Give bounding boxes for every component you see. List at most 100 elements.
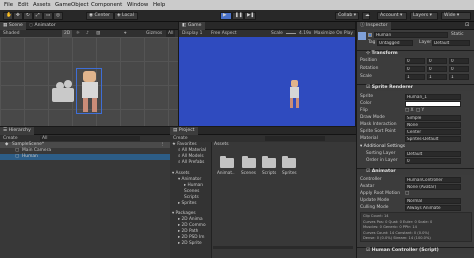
cloud-icon[interactable]: ☁ — [362, 12, 370, 20]
scale-x-field[interactable]: 1 — [405, 74, 425, 80]
tree-sprites[interactable]: ▸ Sprites — [178, 201, 197, 206]
script-header[interactable]: ☑ Human Controller (Script) — [357, 247, 474, 254]
tab-scene[interactable]: ▦ Scene — [0, 22, 26, 30]
maximize-on-play-toggle[interactable]: Maximize On Play — [314, 30, 353, 37]
object-name-input[interactable]: Human — [374, 32, 448, 38]
gizmos-dropdown[interactable]: Gizmos — [146, 30, 162, 37]
menu-window[interactable]: Window — [127, 2, 148, 8]
update-mode-dropdown[interactable]: Normal — [405, 198, 461, 204]
scene-camera-icon[interactable]: ⌖ — [124, 30, 126, 37]
material-field[interactable]: Sprites-Default — [405, 136, 461, 142]
rect-tool-button[interactable]: ▭ — [43, 12, 53, 20]
sprite-renderer-header[interactable]: ☑ Sprite Renderer — [357, 84, 474, 91]
pivot-local-button[interactable]: ◈ Local — [114, 12, 138, 20]
shading-mode-dropdown[interactable]: Shaded — [3, 30, 20, 37]
collab-button[interactable]: Collab ▾ — [335, 12, 359, 20]
scene-human-sprite[interactable] — [76, 68, 102, 114]
pivot-center-button[interactable]: ◉ Center — [86, 12, 114, 20]
tree-package-2d-psd[interactable]: ▸ 2D PSD Im — [178, 235, 204, 240]
tab-game[interactable]: ◧ Game — [179, 22, 205, 30]
avatar-field[interactable]: None (Avatar) — [405, 184, 461, 190]
tree-all-materials[interactable]: ⌕ All Material — [178, 148, 206, 153]
scale-tool-button[interactable]: ⤢ — [33, 12, 43, 20]
transform-tool-button[interactable]: ◎ — [53, 12, 63, 20]
tab-hierarchy[interactable]: ☰ Hierarchy — [0, 127, 34, 135]
folder-icon-scripts[interactable] — [262, 156, 276, 168]
active-checkbox[interactable] — [368, 33, 372, 37]
scene-search-input[interactable]: All — [166, 30, 176, 37]
layer-dropdown[interactable]: Default — [432, 40, 470, 46]
tree-all-prefabs[interactable]: ⌕ All Prefabs — [178, 160, 204, 165]
hand-tool-button[interactable]: ✋ — [3, 12, 13, 20]
lighting-icon[interactable]: ☼ — [76, 30, 80, 37]
tab-project[interactable]: ▤ Project — [170, 127, 198, 135]
rotation-y-field[interactable]: 0 — [427, 66, 447, 72]
sorting-layer-dropdown[interactable]: Default — [405, 151, 461, 157]
pause-button[interactable]: ❚❚ — [232, 12, 244, 20]
sort-point-dropdown[interactable]: Center — [405, 129, 461, 135]
tree-favorites[interactable]: ★ Favorites — [172, 142, 197, 147]
tree-scenes[interactable]: Scenes — [184, 189, 199, 194]
tree-all-models[interactable]: ⌕ All Models — [178, 154, 204, 159]
hierarchy-search-input[interactable]: All — [40, 136, 140, 141]
tree-package-2d-path[interactable]: ▸ 2D Path — [178, 229, 198, 234]
step-button[interactable]: ▶❚ — [244, 12, 256, 20]
tree-packages[interactable]: ▾ Packages — [172, 211, 196, 216]
tree-assets[interactable]: ▾ Assets — [172, 171, 190, 176]
flip-y-toggle[interactable]: □ Y — [416, 108, 424, 114]
project-create-dropdown[interactable]: Create — [173, 135, 188, 142]
play-button[interactable]: ▶ — [220, 12, 232, 20]
root-motion-checkbox[interactable]: □ — [405, 191, 409, 197]
hierarchy-create-dropdown[interactable]: Create — [3, 135, 18, 142]
tree-animator[interactable]: ▾ Animator — [178, 177, 201, 182]
mask-interaction-dropdown[interactable]: None — [405, 122, 461, 128]
rotation-z-field[interactable]: 0 — [449, 66, 469, 72]
scale-y-field[interactable]: 1 — [427, 74, 447, 80]
tab-inspector[interactable]: ⓘ Inspector — [357, 22, 391, 30]
folder-icon-scenes[interactable] — [242, 156, 256, 168]
audio-icon[interactable]: ♪ — [86, 30, 89, 37]
tag-dropdown[interactable]: Untagged — [377, 40, 413, 46]
project-search-input[interactable] — [265, 136, 325, 141]
menu-edit[interactable]: Edit — [18, 2, 28, 8]
flip-x-toggle[interactable]: □ X — [405, 108, 414, 114]
menu-file[interactable]: File — [4, 2, 13, 8]
tree-package-2d-sprite[interactable]: ▸ 2D Sprite — [178, 241, 202, 246]
rotate-tool-button[interactable]: ↻ — [23, 12, 33, 20]
transform-header[interactable]: ⊹ Transform — [357, 50, 474, 57]
scale-z-field[interactable]: 1 — [449, 74, 469, 80]
layout-dropdown[interactable]: Wide ▾ — [441, 12, 471, 20]
lock-icon[interactable]: ⊡ — [465, 22, 469, 28]
aspect-dropdown[interactable]: Free Aspect — [211, 30, 237, 37]
tree-scripts[interactable]: Scripts — [184, 195, 199, 200]
controller-field[interactable]: HumanController — [405, 177, 461, 183]
move-tool-button[interactable]: ✥ — [13, 12, 23, 20]
menu-help[interactable]: Help — [153, 2, 165, 8]
rotation-x-field[interactable]: 0 — [405, 66, 425, 72]
position-x-field[interactable]: 0 — [405, 58, 425, 64]
scale-slider[interactable] — [286, 33, 296, 34]
camera-gizmo-icon[interactable] — [52, 88, 74, 102]
static-toggle[interactable]: Static — [451, 32, 464, 38]
draw-mode-dropdown[interactable]: Simple — [405, 115, 461, 121]
tree-human[interactable]: ▸ Human — [184, 183, 203, 188]
additional-settings-foldout[interactable]: ▾ Additional Settings — [360, 144, 405, 150]
animator-header[interactable]: ☑ Animator — [357, 168, 474, 175]
account-dropdown[interactable]: Account ▾ — [377, 12, 407, 20]
order-in-layer-field[interactable]: 0 — [405, 158, 461, 164]
tree-package-2d-animation[interactable]: ▸ 2D Anima — [178, 217, 203, 222]
menu-assets[interactable]: Assets — [33, 2, 51, 8]
project-zoom-slider[interactable] — [213, 246, 353, 249]
layers-dropdown[interactable]: Layers ▾ — [410, 12, 438, 20]
culling-mode-dropdown[interactable]: Always Animate — [405, 205, 461, 211]
position-y-field[interactable]: 0 — [427, 58, 447, 64]
sprite-field[interactable]: Human_1 — [405, 94, 461, 100]
project-breadcrumb[interactable]: Assets — [214, 142, 254, 147]
folder-icon-animator[interactable] — [220, 156, 234, 168]
menu-gameobject[interactable]: GameObject — [55, 2, 89, 8]
2d-mode-toggle[interactable]: 2D — [62, 30, 73, 37]
display-dropdown[interactable]: Display 1 — [182, 30, 202, 37]
effects-icon[interactable]: ▧ — [96, 30, 100, 37]
tree-package-2d-common[interactable]: ▸ 2D Commo — [178, 223, 206, 228]
tab-animator[interactable]: ◌ Animator — [26, 22, 59, 30]
